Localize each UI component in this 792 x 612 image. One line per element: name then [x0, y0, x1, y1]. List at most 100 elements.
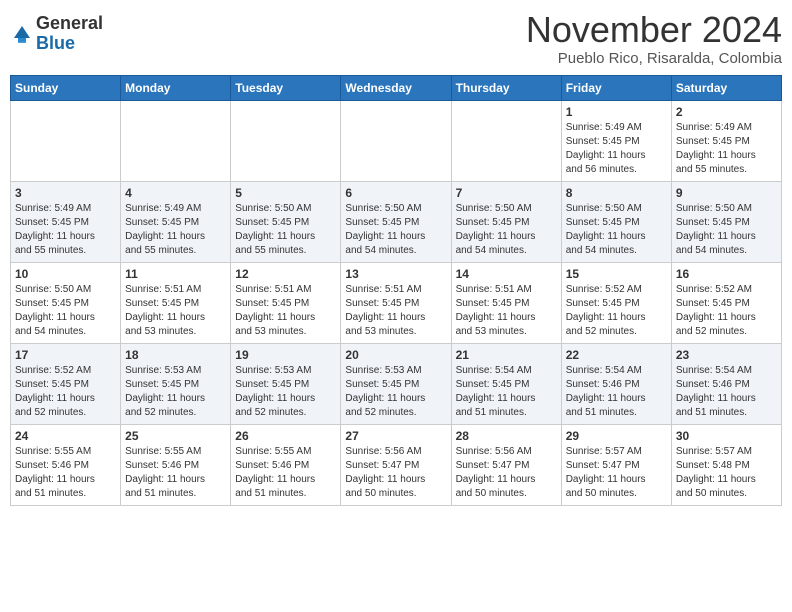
location-text: Pueblo Rico, Risaralda, Colombia [526, 50, 782, 67]
day-info: Sunrise: 5:51 AM Sunset: 5:45 PM Dayligh… [235, 283, 336, 339]
day-info: Sunrise: 5:49 AM Sunset: 5:45 PM Dayligh… [566, 121, 667, 177]
day-info: Sunrise: 5:52 AM Sunset: 5:45 PM Dayligh… [566, 283, 667, 339]
day-info: Sunrise: 5:51 AM Sunset: 5:45 PM Dayligh… [345, 283, 446, 339]
day-number: 8 [566, 186, 667, 200]
calendar-cell: 1 Sunrise: 5:49 AM Sunset: 5:45 PM Daylig… [561, 100, 671, 181]
calendar-cell: 30Sunrise: 5:57 AM Sunset: 5:48 PM Dayli… [671, 424, 781, 505]
day-number: 24 [15, 429, 116, 443]
weekday-header: Monday [121, 75, 231, 100]
day-info: Sunrise: 5:54 AM Sunset: 5:45 PM Dayligh… [456, 364, 557, 420]
day-number: 13 [345, 267, 446, 281]
logo-general-text: General [36, 14, 103, 34]
logo-blue-text: Blue [36, 34, 103, 54]
calendar-cell: 24 Sunrise: 5:55 AM Sunset: 5:46 PM Dayli… [11, 424, 121, 505]
day-number: 4 [125, 186, 226, 200]
day-number: 28 [456, 429, 557, 443]
calendar-cell: 26Sunrise: 5:55 AM Sunset: 5:46 PM Dayli… [231, 424, 341, 505]
day-number: 29 [566, 429, 667, 443]
calendar-cell: 8 Sunrise: 5:50 AM Sunset: 5:45 PM Daylig… [561, 181, 671, 262]
weekday-header: Tuesday [231, 75, 341, 100]
calendar-cell: 14 Sunrise: 5:51 AM Sunset: 5:45 PM Dayli… [451, 262, 561, 343]
day-info: Sunrise: 5:49 AM Sunset: 5:45 PM Dayligh… [125, 202, 226, 258]
weekday-header: Saturday [671, 75, 781, 100]
day-info: Sunrise: 5:53 AM Sunset: 5:45 PM Dayligh… [125, 364, 226, 420]
day-number: 2 [676, 105, 777, 119]
calendar-cell: 20 Sunrise: 5:53 AM Sunset: 5:45 PM Dayli… [341, 343, 451, 424]
calendar-cell: 18 Sunrise: 5:53 AM Sunset: 5:45 PM Dayli… [121, 343, 231, 424]
day-info: Sunrise: 5:52 AM Sunset: 5:45 PM Dayligh… [15, 364, 116, 420]
calendar-cell: 16Sunrise: 5:52 AM Sunset: 5:45 PM Dayli… [671, 262, 781, 343]
weekday-header: Sunday [11, 75, 121, 100]
calendar-cell: 5 Sunrise: 5:50 AM Sunset: 5:45 PM Daylig… [231, 181, 341, 262]
calendar-cell: 19Sunrise: 5:53 AM Sunset: 5:45 PM Dayli… [231, 343, 341, 424]
calendar-cell: 23 Sunrise: 5:54 AM Sunset: 5:46 PM Dayli… [671, 343, 781, 424]
calendar-table: SundayMondayTuesdayWednesdayThursdayFrid… [10, 75, 782, 506]
day-info: Sunrise: 5:50 AM Sunset: 5:45 PM Dayligh… [566, 202, 667, 258]
day-number: 9 [676, 186, 777, 200]
day-info: Sunrise: 5:49 AM Sunset: 5:45 PM Dayligh… [676, 121, 777, 177]
day-info: Sunrise: 5:50 AM Sunset: 5:45 PM Dayligh… [345, 202, 446, 258]
day-number: 20 [345, 348, 446, 362]
day-number: 25 [125, 429, 226, 443]
day-number: 21 [456, 348, 557, 362]
month-title: November 2024 [526, 10, 782, 50]
day-number: 1 [566, 105, 667, 119]
title-section: November 2024 Pueblo Rico, Risaralda, Co… [526, 10, 782, 67]
logo-text: General Blue [36, 14, 103, 54]
day-number: 27 [345, 429, 446, 443]
day-number: 5 [235, 186, 336, 200]
day-number: 18 [125, 348, 226, 362]
day-number: 14 [456, 267, 557, 281]
day-number: 10 [15, 267, 116, 281]
page-header: General Blue November 2024 Pueblo Rico, … [10, 10, 782, 67]
calendar-cell: 22 Sunrise: 5:54 AM Sunset: 5:46 PM Dayli… [561, 343, 671, 424]
day-number: 3 [15, 186, 116, 200]
calendar-week-row: 10 Sunrise: 5:50 AM Sunset: 5:45 PM Dayli… [11, 262, 782, 343]
day-number: 17 [15, 348, 116, 362]
calendar-cell: 11 Sunrise: 5:51 AM Sunset: 5:45 PM Dayli… [121, 262, 231, 343]
calendar-week-row: 17 Sunrise: 5:52 AM Sunset: 5:45 PM Dayli… [11, 343, 782, 424]
day-info: Sunrise: 5:57 AM Sunset: 5:47 PM Dayligh… [566, 445, 667, 501]
day-info: Sunrise: 5:49 AM Sunset: 5:45 PM Dayligh… [15, 202, 116, 258]
logo-icon [10, 22, 34, 46]
calendar-cell: 10 Sunrise: 5:50 AM Sunset: 5:45 PM Dayli… [11, 262, 121, 343]
day-info: Sunrise: 5:50 AM Sunset: 5:45 PM Dayligh… [456, 202, 557, 258]
calendar-week-row: 1 Sunrise: 5:49 AM Sunset: 5:45 PM Daylig… [11, 100, 782, 181]
day-number: 6 [345, 186, 446, 200]
day-info: Sunrise: 5:56 AM Sunset: 5:47 PM Dayligh… [456, 445, 557, 501]
day-info: Sunrise: 5:52 AM Sunset: 5:45 PM Dayligh… [676, 283, 777, 339]
calendar-cell: 13 Sunrise: 5:51 AM Sunset: 5:45 PM Dayli… [341, 262, 451, 343]
day-info: Sunrise: 5:55 AM Sunset: 5:46 PM Dayligh… [125, 445, 226, 501]
logo: General Blue [10, 14, 103, 54]
day-info: Sunrise: 5:50 AM Sunset: 5:45 PM Dayligh… [15, 283, 116, 339]
day-info: Sunrise: 5:54 AM Sunset: 5:46 PM Dayligh… [566, 364, 667, 420]
calendar-week-row: 24 Sunrise: 5:55 AM Sunset: 5:46 PM Dayli… [11, 424, 782, 505]
day-info: Sunrise: 5:57 AM Sunset: 5:48 PM Dayligh… [676, 445, 777, 501]
day-number: 22 [566, 348, 667, 362]
day-info: Sunrise: 5:50 AM Sunset: 5:45 PM Dayligh… [235, 202, 336, 258]
day-number: 12 [235, 267, 336, 281]
weekday-header-row: SundayMondayTuesdayWednesdayThursdayFrid… [11, 75, 782, 100]
calendar-cell: 27Sunrise: 5:56 AM Sunset: 5:47 PM Dayli… [341, 424, 451, 505]
day-info: Sunrise: 5:55 AM Sunset: 5:46 PM Dayligh… [235, 445, 336, 501]
calendar-cell: 15 Sunrise: 5:52 AM Sunset: 5:45 PM Dayli… [561, 262, 671, 343]
day-info: Sunrise: 5:51 AM Sunset: 5:45 PM Dayligh… [456, 283, 557, 339]
weekday-header: Friday [561, 75, 671, 100]
calendar-cell: 21 Sunrise: 5:54 AM Sunset: 5:45 PM Dayli… [451, 343, 561, 424]
day-number: 23 [676, 348, 777, 362]
day-info: Sunrise: 5:54 AM Sunset: 5:46 PM Dayligh… [676, 364, 777, 420]
day-info: Sunrise: 5:51 AM Sunset: 5:45 PM Dayligh… [125, 283, 226, 339]
day-info: Sunrise: 5:53 AM Sunset: 5:45 PM Dayligh… [345, 364, 446, 420]
day-info: Sunrise: 5:55 AM Sunset: 5:46 PM Dayligh… [15, 445, 116, 501]
day-number: 15 [566, 267, 667, 281]
calendar-cell: 29 Sunrise: 5:57 AM Sunset: 5:47 PM Dayli… [561, 424, 671, 505]
calendar-week-row: 3 Sunrise: 5:49 AM Sunset: 5:45 PM Daylig… [11, 181, 782, 262]
calendar-cell [11, 100, 121, 181]
calendar-cell: 12 Sunrise: 5:51 AM Sunset: 5:45 PM Dayli… [231, 262, 341, 343]
calendar-cell [231, 100, 341, 181]
weekday-header: Wednesday [341, 75, 451, 100]
calendar-cell: 25 Sunrise: 5:55 AM Sunset: 5:46 PM Dayli… [121, 424, 231, 505]
day-number: 11 [125, 267, 226, 281]
calendar-cell: 6 Sunrise: 5:50 AM Sunset: 5:45 PM Daylig… [341, 181, 451, 262]
day-info: Sunrise: 5:50 AM Sunset: 5:45 PM Dayligh… [676, 202, 777, 258]
